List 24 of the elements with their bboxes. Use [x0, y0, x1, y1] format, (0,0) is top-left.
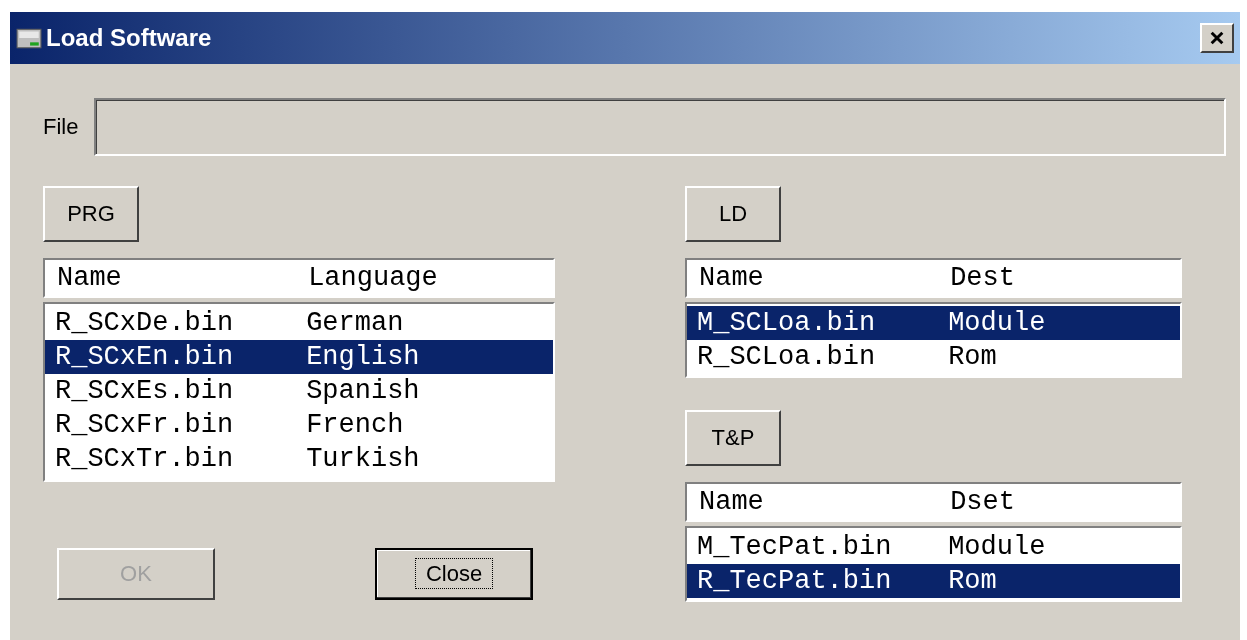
- close-button[interactable]: [1200, 23, 1234, 53]
- ld-button[interactable]: LD: [685, 186, 781, 242]
- file-label: File: [43, 114, 79, 140]
- column-header: Name: [699, 263, 765, 293]
- column-header: Name: [699, 487, 765, 517]
- list-item[interactable]: M_TecPat.bin Module: [687, 530, 1180, 564]
- list-item[interactable]: M_SCLoa.bin Module: [687, 306, 1180, 340]
- prg-button[interactable]: PRG: [43, 186, 139, 242]
- list-item[interactable]: R_SCxTr.bin Turkish: [45, 442, 553, 476]
- file-input-field[interactable]: [94, 98, 1226, 156]
- column-header: Name: [57, 263, 123, 293]
- dialog-button[interactable]: Close: [375, 548, 533, 600]
- list-item[interactable]: R_SCxFr.bin French: [45, 408, 553, 442]
- close-icon: [1209, 30, 1225, 46]
- list-item[interactable]: R_SCxEn.bin English: [45, 340, 553, 374]
- column-header: Dset: [950, 487, 1015, 517]
- list-item[interactable]: R_TecPat.bin Rom: [687, 564, 1180, 598]
- list-item[interactable]: R_SCxDe.bin German: [45, 306, 553, 340]
- column-header: Dest: [950, 263, 1015, 293]
- window-title: Load Software: [46, 24, 213, 52]
- list-item[interactable]: R_SCLoa.bin Rom: [687, 340, 1180, 374]
- column-header: Language: [308, 263, 438, 293]
- tp-button[interactable]: T&P: [685, 410, 781, 466]
- list-item[interactable]: R_SCxEs.bin Spanish: [45, 374, 553, 408]
